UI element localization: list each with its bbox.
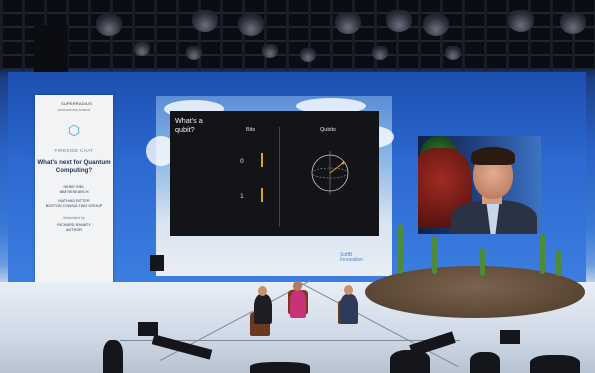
banner-fireside-chat: FIRESIDE CHAT [54, 148, 94, 153]
video-call-screen [418, 136, 541, 234]
audience-silhouette [250, 362, 310, 373]
bloch-sphere-icon [311, 151, 349, 195]
stage-light [423, 14, 449, 36]
camera-operator [103, 340, 123, 373]
audience-silhouette [390, 350, 430, 373]
stage-light [560, 12, 586, 34]
stage-light [372, 46, 388, 60]
cactus [556, 250, 561, 276]
presentation-slide: What's a qubit? Bits Qubits 0 1 [170, 111, 379, 236]
tv-camera [500, 330, 520, 344]
slide-bits-label: Bits [246, 127, 256, 133]
banner-speaker-2: MATHIAS RITTER BOSTON CONSULTING GROUP [35, 199, 113, 209]
panelist-center-head [293, 281, 302, 291]
slide-title: What's a qubit? [175, 116, 203, 134]
panelist-left-head [258, 286, 267, 296]
bit-zero-bar [261, 153, 263, 167]
lighting-truss [0, 0, 595, 70]
panelist-right [340, 294, 358, 324]
stage-light [508, 10, 534, 32]
slide-qubits-label: Qubits [320, 127, 336, 133]
banner-moderated-by: Moderated by [63, 216, 85, 220]
hexagon-logo-icon: ⬡ [67, 123, 81, 139]
banner-speaker-1: HEIKE RIEL IBM RESEARCH [35, 185, 113, 195]
cactus [398, 224, 403, 274]
cactus [480, 248, 485, 276]
stage-light [186, 46, 202, 60]
slide-divider [279, 127, 280, 227]
moderator-org: AUTHOR [65, 228, 83, 232]
slide-bit-zero: 0 [240, 158, 244, 165]
stage-light [134, 42, 150, 56]
panelist-left [254, 294, 272, 324]
stage-light [300, 48, 316, 62]
speaker-2-org: BOSTON CONSULTING GROUP [45, 204, 103, 208]
event-banner: SUPERRADIUS INNOVATIONS SUMMIT ⬡ FIRESID… [35, 95, 113, 307]
stage-light [386, 10, 412, 32]
slide-bit-one: 1 [240, 193, 244, 200]
stage-camera [150, 255, 164, 271]
audience-silhouette [530, 355, 580, 373]
sponsor-line-2: Innovation [340, 257, 364, 263]
cactus [432, 236, 437, 274]
stage-light [192, 10, 218, 32]
stage-light [238, 14, 264, 36]
stage-light [262, 44, 278, 58]
cactus [540, 234, 545, 274]
banner-logo: SUPERRADIUS [61, 101, 93, 106]
stage-scene: SUPERRADIUS INNOVATIONS SUMMIT ⬡ FIRESID… [0, 0, 595, 373]
sponsor-logo: SoftB Innovation [340, 253, 363, 263]
banner-subtitle: INNOVATIONS SUMMIT [57, 108, 91, 112]
stage-light [96, 14, 122, 36]
stage-light [335, 12, 361, 34]
bit-one-bar [261, 188, 263, 202]
panelist-center [290, 290, 306, 318]
panelist-right-head [344, 285, 353, 295]
banner-question: What's next for Quantum Computing? [37, 159, 111, 174]
rock-garden [365, 266, 585, 318]
audience-silhouette [470, 352, 500, 373]
banner-moderator: RICHARD RANATY AUTHOR [35, 223, 113, 233]
stage-light [445, 46, 461, 60]
speaker-1-org: IBM RESEARCH [59, 190, 89, 194]
remote-speaker-hair [471, 147, 515, 165]
